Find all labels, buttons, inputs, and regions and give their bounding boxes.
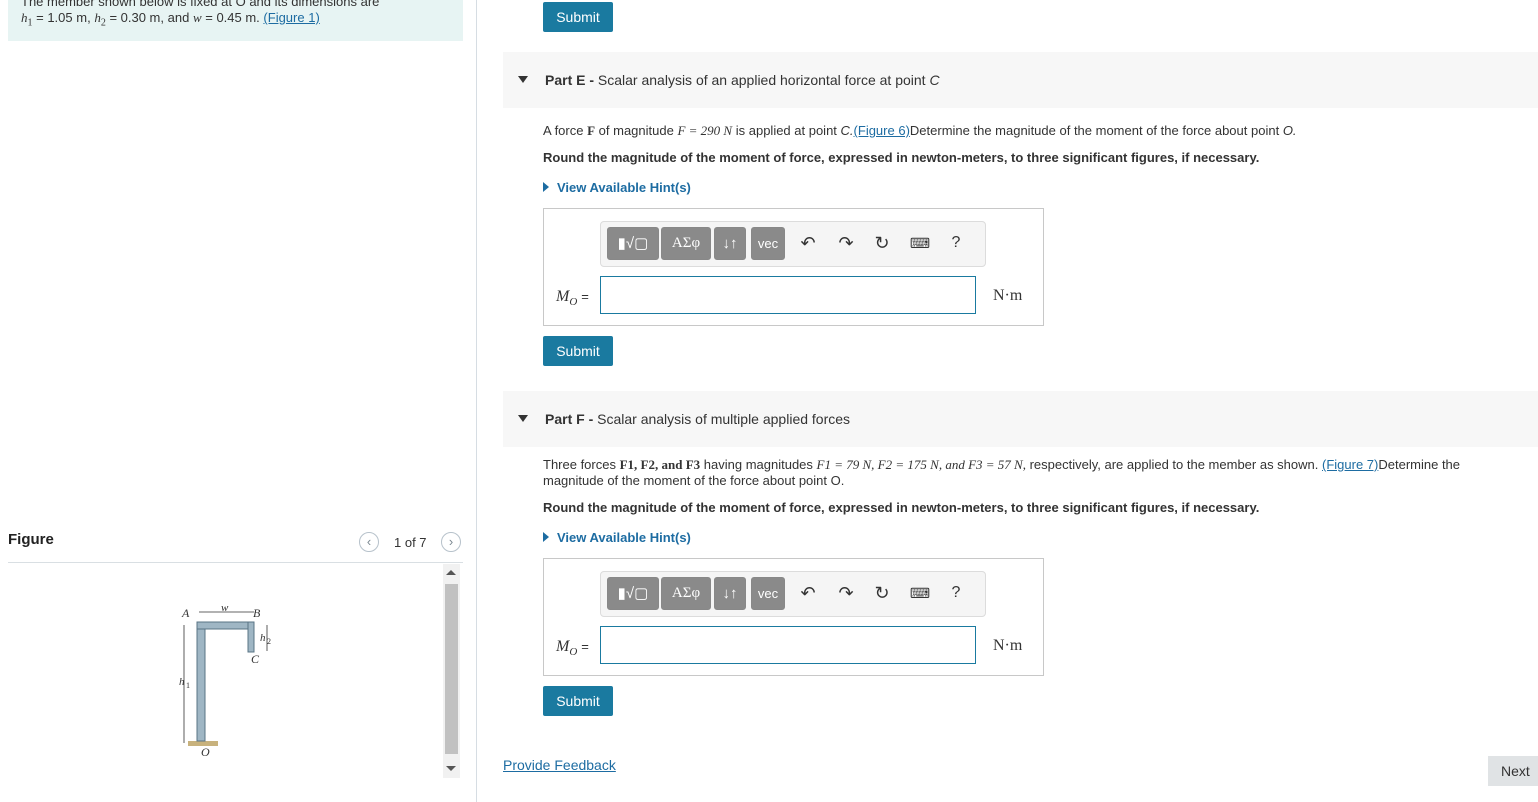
- part-e-submit-button[interactable]: Submit: [543, 336, 613, 366]
- figure-prev-button[interactable]: ‹: [359, 532, 379, 552]
- figure-6-link[interactable]: (Figure 6): [854, 123, 910, 138]
- label-O: O: [201, 745, 210, 759]
- part-e-title: Part E - Scalar analysis of an applied h…: [545, 72, 940, 88]
- member-short-vertical: [247, 621, 255, 653]
- next-button[interactable]: Next: [1488, 756, 1538, 786]
- moment-label: MO =: [556, 638, 589, 659]
- part-e-question: A force F of magnitude F = 290 N is appl…: [543, 123, 1297, 138]
- figure-counter: 1 of 7: [394, 535, 427, 550]
- reset-icon[interactable]: ↻: [871, 232, 893, 254]
- part-e-header[interactable]: Part E - Scalar analysis of an applied h…: [503, 52, 1538, 108]
- keyboard-icon[interactable]: ⌨: [909, 232, 931, 254]
- redo-icon[interactable]: ↷: [835, 232, 857, 254]
- label-h2-sub: 2: [267, 637, 271, 646]
- part-f-answer-input[interactable]: [600, 626, 976, 664]
- submit-button-top[interactable]: Submit: [543, 2, 613, 32]
- figure-7-link[interactable]: (Figure 7): [1322, 457, 1378, 472]
- help-button[interactable]: ?: [945, 232, 967, 254]
- label-h2: h: [260, 632, 266, 644]
- templates-button[interactable]: ▮√▢: [607, 227, 659, 260]
- member-horizontal: [196, 621, 254, 630]
- provide-feedback-link[interactable]: Provide Feedback: [503, 757, 616, 773]
- problem-intro: The member shown below is fixed at O and…: [8, 0, 463, 41]
- undo-icon[interactable]: ↶: [797, 582, 819, 604]
- chevron-left-icon: ‹: [366, 534, 372, 549]
- help-button[interactable]: ?: [945, 582, 967, 604]
- scroll-down-icon[interactable]: [446, 766, 456, 771]
- part-e-answer-input[interactable]: [600, 276, 976, 314]
- label-w: w: [221, 602, 229, 614]
- part-f-round-instruction: Round the magnitude of the moment of for…: [543, 500, 1260, 515]
- pane-divider: [476, 0, 477, 802]
- moment-label: MO =: [556, 288, 589, 309]
- part-f-hint-link[interactable]: View Available Hint(s): [543, 530, 691, 545]
- figure-scrollbar[interactable]: [443, 564, 460, 778]
- label-h1: h: [179, 676, 185, 688]
- unit-label: N·m: [993, 637, 1023, 654]
- greek-button[interactable]: ΑΣφ: [661, 577, 711, 610]
- unit-label: N·m: [993, 287, 1023, 304]
- part-e-hint-link[interactable]: View Available Hint(s): [543, 180, 691, 195]
- templates-button[interactable]: ▮√▢: [607, 577, 659, 610]
- expand-triangle-icon: [543, 182, 549, 192]
- figure-header: Figure ‹ 1 of 7 ›: [8, 529, 463, 559]
- part-e-answer-box: ▮√▢ ΑΣφ ↓↑ vec ↶ ↷ ↻ ⌨ ? MO = N·m: [543, 208, 1044, 326]
- keyboard-icon[interactable]: ⌨: [909, 582, 931, 604]
- label-C: C: [251, 652, 260, 666]
- left-pane: The member shown below is fixed at O and…: [0, 0, 476, 802]
- label-A: A: [181, 606, 190, 620]
- scroll-up-icon[interactable]: [446, 570, 456, 575]
- part-f-submit-button[interactable]: Submit: [543, 686, 613, 716]
- label-h1-sub: 1: [186, 681, 190, 690]
- intro-line1: The member shown below is fixed at O and…: [21, 0, 380, 9]
- math-toolbar: ▮√▢ ΑΣφ ↓↑ vec ↶ ↷ ↻ ⌨ ?: [600, 221, 986, 267]
- collapse-triangle-icon[interactable]: [518, 76, 528, 83]
- math-toolbar: ▮√▢ ΑΣφ ↓↑ vec ↶ ↷ ↻ ⌨ ?: [600, 571, 986, 617]
- chevron-right-icon: ›: [448, 534, 454, 549]
- reset-icon[interactable]: ↻: [871, 582, 893, 604]
- member-diagram: A B C O w h 1 h 2: [179, 602, 271, 759]
- figure-title: Figure: [8, 531, 54, 548]
- member-vertical: [196, 623, 206, 742]
- vec-button[interactable]: vec: [751, 227, 785, 260]
- arrows-button[interactable]: ↓↑: [714, 227, 746, 260]
- part-f-header[interactable]: Part F - Scalar analysis of multiple app…: [503, 391, 1538, 447]
- vec-button[interactable]: vec: [751, 577, 785, 610]
- figure-next-button[interactable]: ›: [441, 532, 461, 552]
- templates-icon: ▮√▢: [617, 585, 649, 602]
- templates-icon: ▮√▢: [617, 235, 649, 252]
- part-e-round-instruction: Round the magnitude of the moment of for…: [543, 150, 1260, 165]
- figure-viewer: A B C O w h 1 h 2: [8, 563, 438, 783]
- scroll-thumb[interactable]: [445, 584, 458, 754]
- greek-button[interactable]: ΑΣφ: [661, 227, 711, 260]
- part-f-question: Three forces F1, F2, and F3 having magni…: [543, 457, 1461, 488]
- part-f-answer-box: ▮√▢ ΑΣφ ↓↑ vec ↶ ↷ ↻ ⌨ ? MO = N·m: [543, 558, 1044, 676]
- expand-triangle-icon: [543, 532, 549, 542]
- redo-icon[interactable]: ↷: [835, 582, 857, 604]
- intro-line2: h1 = 1.05 m, h2 = 0.30 m, and w = 0.45 m…: [21, 10, 320, 29]
- undo-icon[interactable]: ↶: [797, 232, 819, 254]
- figure-1-link[interactable]: (Figure 1): [263, 10, 319, 25]
- collapse-triangle-icon[interactable]: [518, 415, 528, 422]
- label-B: B: [253, 606, 261, 620]
- arrows-button[interactable]: ↓↑: [714, 577, 746, 610]
- part-f-title: Part F - Scalar analysis of multiple app…: [545, 411, 851, 427]
